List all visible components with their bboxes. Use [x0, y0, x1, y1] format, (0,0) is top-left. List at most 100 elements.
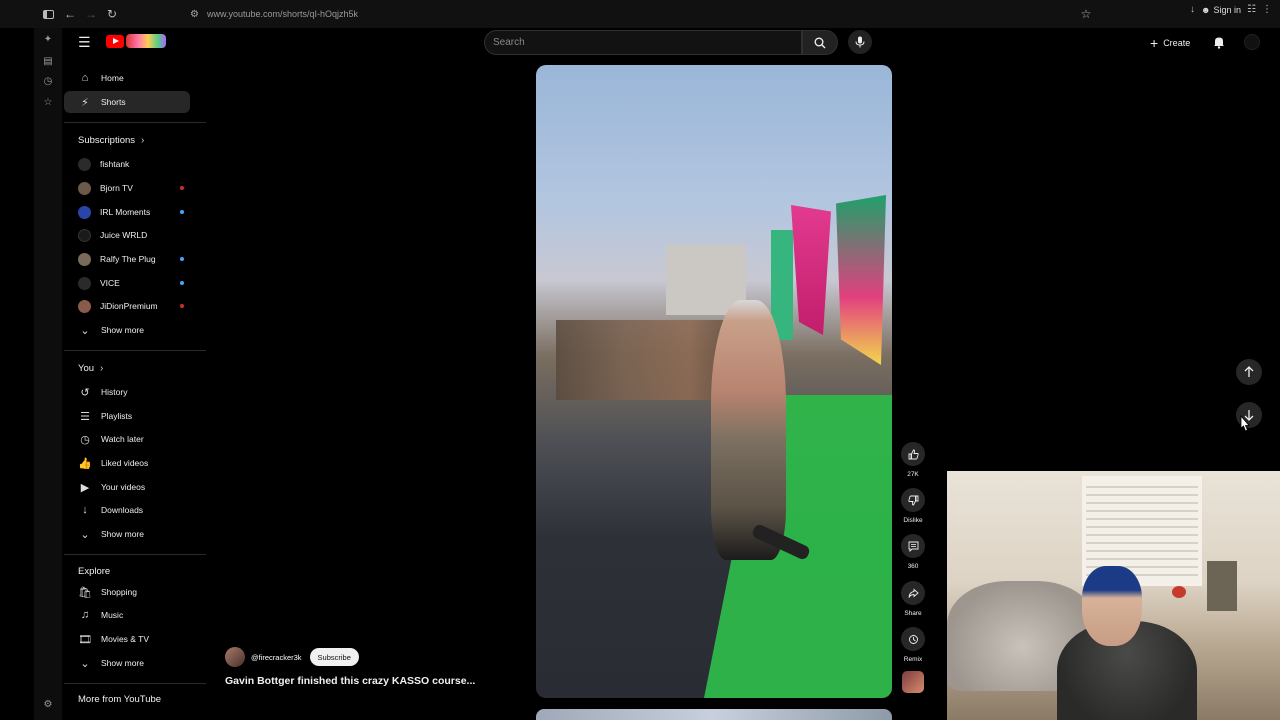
sidebar-item-label: Shopping: [101, 587, 137, 597]
youtube-header: ☰ Search + Create: [62, 28, 1280, 58]
sidebar-item-music[interactable]: ♫ Music: [64, 604, 190, 626]
you-show-more[interactable]: ⌄ Show more: [64, 523, 190, 545]
remix-button[interactable]: Remix: [901, 627, 925, 663]
channel-avatar: [78, 205, 91, 219]
sidebar-item-vice[interactable]: VICE: [64, 272, 190, 294]
sidebar-item-label: Home: [101, 73, 124, 83]
sidebar-item-irl-moments[interactable]: IRL Moments: [64, 201, 190, 223]
subscriptions-show-more[interactable]: ⌄ Show more: [64, 319, 190, 341]
subscriptions-heading-label: Subscriptions: [78, 135, 136, 146]
more-from-youtube-heading: More from YouTube: [78, 694, 161, 705]
download-icon[interactable]: ↓: [1190, 4, 1195, 15]
sidebar-item-label: Watch later: [101, 434, 144, 444]
like-count: 27K: [907, 471, 919, 478]
subscriptions-heading[interactable]: Subscriptions ›: [78, 135, 144, 146]
new-content-indicator: [180, 257, 184, 261]
sign-in-label: Sign in: [1213, 4, 1242, 15]
reading-list-icon[interactable]: ▤: [42, 56, 54, 68]
sidebar-item-jidionpremium[interactable]: JiDionPremium: [64, 295, 190, 317]
reload-icon[interactable]: ↻: [101, 3, 123, 25]
sidebar-divider: [64, 122, 206, 123]
previous-short-button[interactable]: [1236, 359, 1262, 385]
sidebar-item-fishtank[interactable]: fishtank: [64, 153, 190, 175]
sidebar-item-downloads[interactable]: ↓ Downloads: [64, 499, 190, 521]
sidebar-divider: [64, 683, 206, 684]
sidebar-item-label: Movies & TV: [101, 634, 150, 644]
sidebar-item-movies-tv[interactable]: 🎞 Movies & TV: [64, 628, 190, 650]
show-more-label: Show more: [101, 529, 144, 539]
next-short-preview[interactable]: [536, 709, 892, 720]
history-icon: ↺: [80, 386, 90, 399]
sign-in-button[interactable]: ☻ Sign in: [1201, 5, 1241, 15]
explore-show-more[interactable]: ⌄ Show more: [64, 652, 190, 674]
share-arrow-icon: [901, 581, 925, 605]
back-icon[interactable]: ←: [59, 3, 81, 25]
sound-thumbnail[interactable]: [902, 671, 924, 693]
sidebar-item-shopping[interactable]: 🛍 Shopping: [64, 581, 190, 603]
channel-avatar: [78, 276, 91, 290]
channel-avatar: [78, 228, 91, 242]
ai-sparkle-icon[interactable]: ✦: [42, 34, 54, 46]
you-heading[interactable]: You ›: [78, 363, 103, 374]
channel-handle[interactable]: @firecracker3k: [251, 653, 302, 662]
dislike-button[interactable]: Dislike: [901, 488, 925, 524]
sidebar: ⌂ Home ⚡ Shorts Subscriptions › fishtank…: [62, 66, 206, 720]
create-button[interactable]: + Create: [1150, 33, 1190, 53]
chevron-down-icon: ⌄: [80, 528, 90, 541]
video-skater: [711, 300, 786, 560]
new-content-indicator: [180, 281, 184, 285]
like-button[interactable]: 27K: [901, 442, 925, 478]
sidebar-item-home[interactable]: ⌂ Home: [64, 67, 190, 89]
sidebar-item-label: Music: [101, 610, 124, 620]
notifications-bell-icon[interactable]: [1212, 35, 1226, 49]
sidebar-toggle-icon[interactable]: [37, 3, 59, 25]
channel-avatar[interactable]: [225, 647, 245, 667]
forward-icon[interactable]: →: [80, 3, 102, 25]
voice-search-button[interactable]: [848, 30, 872, 54]
search-icon: [814, 37, 826, 48]
short-video-player[interactable]: [536, 65, 892, 698]
search-input[interactable]: Search: [484, 30, 802, 55]
search-button[interactable]: [802, 30, 838, 55]
address-bar[interactable]: ⚙ www.youtube.com/shorts/qI-hOqjzh5k: [190, 4, 1100, 24]
sidebar-item-ralfy-the-plug[interactable]: Ralfy The Plug: [64, 248, 190, 270]
sidebar-item-shorts[interactable]: ⚡ Shorts: [64, 91, 190, 113]
sidebar-item-history[interactable]: ↺ History: [64, 381, 190, 403]
video-flag: [791, 205, 831, 335]
site-info-icon[interactable]: ⚙: [190, 9, 199, 20]
playlists-icon: ☰: [80, 410, 90, 423]
chevron-down-icon: ⌄: [80, 657, 90, 670]
menu-dots-icon[interactable]: ⋮: [1262, 4, 1272, 15]
channel-avatar: [78, 299, 91, 313]
sidebar-item-watch-later[interactable]: ◷ Watch later: [64, 428, 190, 450]
account-avatar[interactable]: [1244, 34, 1260, 50]
bookmarks-star-icon[interactable]: ☆: [42, 97, 54, 109]
settings-gear-icon[interactable]: ⚙: [42, 699, 54, 711]
sidebar-item-liked-videos[interactable]: 👍 Liked videos: [64, 452, 190, 474]
webcam-lamp: [1207, 561, 1237, 611]
chevron-right-icon: ›: [141, 135, 145, 146]
comments-button[interactable]: 360: [901, 534, 925, 570]
youtube-logo[interactable]: [106, 34, 166, 48]
sidebar-item-juice-wrld[interactable]: Juice WRLD: [64, 224, 190, 246]
thumbs-up-icon: [901, 442, 925, 466]
history-clock-icon[interactable]: ◷: [42, 76, 54, 88]
show-more-label: Show more: [101, 325, 144, 335]
shorts-icon: ⚡: [81, 96, 89, 109]
share-button[interactable]: Share: [901, 581, 925, 617]
sidebar-item-playlists[interactable]: ☰ Playlists: [64, 405, 190, 427]
sidebar-item-your-videos[interactable]: ▶ Your videos: [64, 476, 190, 498]
sidebar-item-bjorn-tv[interactable]: Bjorn TV: [64, 177, 190, 199]
bookmark-star-icon[interactable]: ☆: [1075, 3, 1097, 25]
home-icon: ⌂: [81, 72, 89, 84]
subscribe-button[interactable]: Subscribe: [309, 648, 359, 666]
hamburger-menu-icon[interactable]: ☰: [78, 35, 92, 49]
extensions-icon[interactable]: ☷: [1247, 4, 1256, 15]
create-label: Create: [1163, 38, 1191, 48]
browser-side-panel: ✦ ▤ ◷ ☆ ⚙: [34, 28, 62, 720]
explore-heading-label: Explore: [78, 566, 111, 577]
microphone-icon: [855, 36, 865, 48]
webcam-person-head: [1082, 566, 1142, 646]
logo-doodle: [126, 34, 166, 48]
short-title[interactable]: Gavin Bottger finished this crazy KASSO …: [225, 675, 475, 687]
